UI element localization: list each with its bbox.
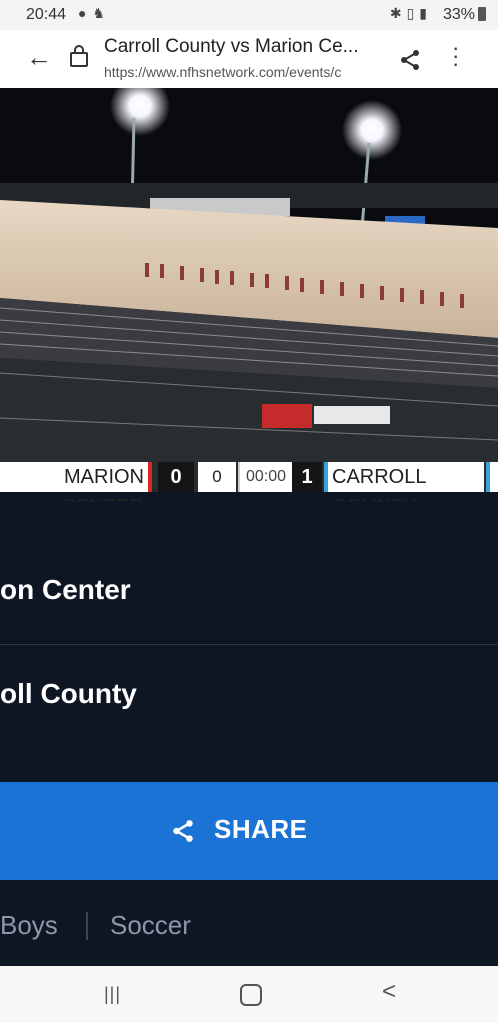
overflow-menu-icon[interactable]: · · · (452, 37, 459, 75)
system-icons: ✱▯▮ (390, 5, 432, 22)
battery-indicator: 33% (443, 6, 486, 24)
tag-separator (86, 912, 88, 940)
period-indicator: 0 (198, 462, 236, 492)
url-text[interactable]: https://www.nfhsnetwork.com/events/c (104, 64, 384, 80)
scoreboard: MARION CENTER 0 0 00:00 1 CARROLL COUNTY (0, 462, 498, 502)
share-icon (170, 818, 196, 849)
share-icon[interactable] (398, 48, 422, 77)
bluetooth-icon: ✱ (389, 5, 407, 21)
home-team-name: MARION CENTER (0, 462, 152, 502)
back-nav-icon[interactable]: < (382, 978, 396, 1006)
browser-toolbar: ← Carroll County vs Marion Ce... https:/… (0, 30, 498, 88)
video-frame (0, 88, 498, 502)
share-label: SHARE (214, 814, 308, 844)
tag-sport[interactable]: Soccer (110, 910, 191, 941)
vibrate-icon: ▯ (406, 5, 420, 21)
share-button[interactable]: SHARE (0, 782, 498, 880)
page-title[interactable]: Carroll County vs Marion Ce... (104, 36, 358, 58)
divider (0, 644, 498, 645)
home-icon[interactable] (240, 984, 262, 1006)
home-score: 0 (158, 462, 194, 492)
team1-name: on Center (0, 574, 131, 605)
signal-icon: ▮ (419, 5, 432, 21)
chat-bubble-icon: ● (78, 5, 93, 21)
notification-icons: ●♞ (78, 5, 111, 22)
mouse-icon: ♞ (92, 5, 112, 21)
video-player[interactable]: MARION CENTER 0 0 00:00 1 CARROLL COUNTY (0, 88, 498, 502)
status-bar: 20:44 ●♞ ✱▯▮ 33% (0, 0, 498, 30)
away-team-name: CARROLL COUNTY (324, 462, 484, 502)
recent-apps-icon[interactable]: ||| (104, 984, 121, 1005)
battery-percent: 33% (442, 6, 475, 23)
game-clock: 00:00 (238, 462, 292, 492)
status-time: 20:44 (26, 6, 67, 23)
system-nav-bar: ||| < (0, 966, 498, 1023)
scoreboard-edge (486, 462, 498, 492)
team2-name: oll County (0, 678, 137, 709)
lock-icon[interactable] (70, 45, 88, 67)
event-info-panel: on Center oll County (0, 518, 498, 782)
battery-icon (478, 7, 486, 21)
back-arrow-icon[interactable]: ← (26, 44, 52, 70)
event-tags: Boys Soccer (0, 880, 498, 966)
tag-gender[interactable]: Boys (0, 910, 58, 941)
away-score: 1 (292, 462, 322, 492)
